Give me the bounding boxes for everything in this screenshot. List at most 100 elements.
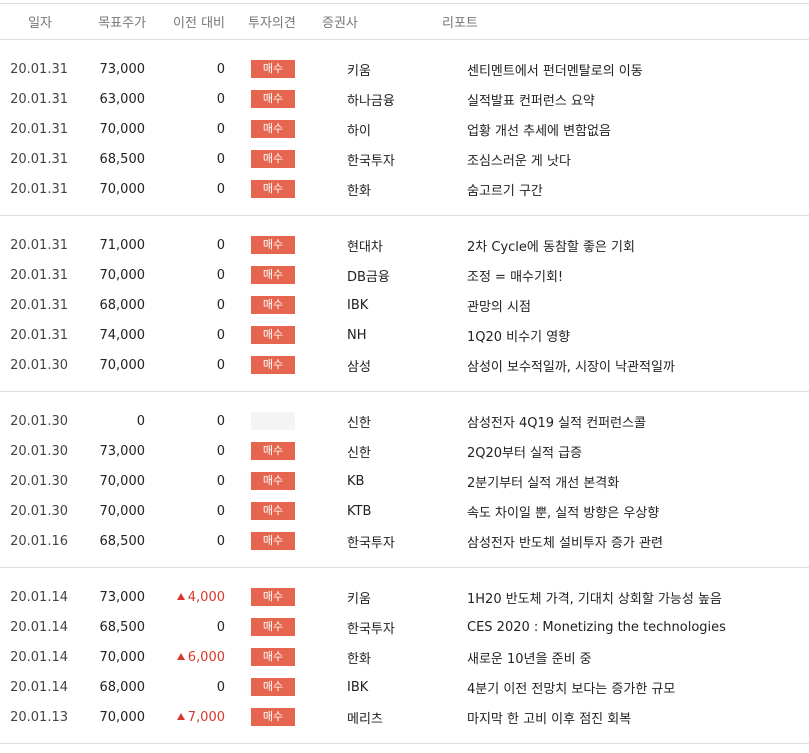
report-link[interactable]: 실적발표 컨퍼런스 요약 bbox=[467, 90, 809, 109]
row-target-price: 68,500 bbox=[99, 533, 146, 549]
row-opinion: 매수 bbox=[251, 90, 321, 108]
table-row[interactable]: 20.01.13 70,000 7,000 매수 메리츠 마지막 한 고비 이후 점진 회… bbox=[0, 702, 809, 732]
row-broker: 신한 bbox=[347, 415, 371, 431]
row-target-price: 70,000 bbox=[99, 181, 146, 197]
report-link[interactable]: 4분기 이전 전망치 보다는 증가한 규모 bbox=[467, 678, 809, 697]
header-broker: 증권사 bbox=[322, 16, 358, 31]
table-row[interactable]: 20.01.14 68,000 0 매수 IBK 4분기 이전 전망치 보다는 증가한 규… bbox=[0, 672, 809, 702]
row-target-price: 68,500 bbox=[99, 619, 146, 635]
report-link[interactable]: 조심스러운 게 낫다 bbox=[467, 150, 809, 169]
row-date: 20.01.30 bbox=[10, 473, 68, 489]
opinion-badge: 매수 bbox=[251, 588, 295, 606]
report-link[interactable]: 2차 Cycle에 동참할 좋은 기회 bbox=[467, 236, 809, 255]
row-group: 20.01.14 73,000 4,000 매수 키움 1H20 반도체 가격, 기대치 … bbox=[0, 568, 809, 744]
row-opinion: 매수 bbox=[251, 150, 321, 168]
row-change: 0 bbox=[145, 504, 225, 519]
row-change: 7,000 bbox=[145, 710, 225, 725]
row-change: 6,000 bbox=[145, 650, 225, 665]
row-broker: 메리츠 bbox=[347, 711, 383, 727]
opinion-badge: 매수 bbox=[251, 120, 295, 138]
report-link[interactable]: 1H20 반도체 가격, 기대치 상회할 가능성 높음 bbox=[467, 588, 809, 607]
row-change-value: 0 bbox=[216, 91, 225, 107]
report-link[interactable]: 삼성전자 반도체 설비투자 증가 관련 bbox=[467, 532, 809, 551]
report-link[interactable]: 속도 차이일 뿐, 실적 방향은 우상향 bbox=[467, 502, 809, 521]
table-row[interactable]: 20.01.31 73,000 0 매수 키움 센티멘트에서 펀더멘탈로의 이동 bbox=[0, 54, 809, 84]
table-header: 일자 목표주가 이전 대비 투자의견 증권사 리포트 bbox=[0, 3, 809, 40]
report-link[interactable]: 업황 개선 추세에 변함없음 bbox=[467, 120, 809, 139]
row-opinion: 매수 bbox=[251, 618, 321, 636]
row-target-price: 70,000 bbox=[99, 267, 146, 283]
row-change: 0 bbox=[145, 444, 225, 459]
opinion-badge: 매수 bbox=[251, 356, 295, 374]
report-link[interactable]: 마지막 한 고비 이후 점진 회복 bbox=[467, 708, 809, 727]
table-row[interactable]: 20.01.30 70,000 0 매수 KB 2분기부터 실적 개선 본격화 bbox=[0, 466, 809, 496]
row-change-value: 0 bbox=[216, 503, 225, 519]
row-change-value: 0 bbox=[216, 181, 225, 197]
row-opinion: 매수 bbox=[251, 678, 321, 696]
row-change: 0 bbox=[145, 268, 225, 283]
row-change: 0 bbox=[145, 238, 225, 253]
row-broker: DB금융 bbox=[347, 269, 390, 285]
report-link[interactable]: CES 2020 : Monetizing the technologies bbox=[467, 620, 809, 635]
row-group: 20.01.31 71,000 0 매수 현대차 2차 Cycle에 동참할 좋은 기회 2… bbox=[0, 216, 809, 392]
row-target-price: 68,000 bbox=[99, 297, 146, 313]
table-row[interactable]: 20.01.31 68,000 0 매수 IBK 관망의 시점 bbox=[0, 290, 809, 320]
row-broker: 한화 bbox=[347, 651, 371, 667]
table-row[interactable]: 20.01.30 70,000 0 매수 삼성 삼성이 보수적일까, 시장이 낙관적일까 bbox=[0, 350, 809, 380]
row-broker: NH bbox=[347, 327, 367, 343]
report-link[interactable]: 2분기부터 실적 개선 본격화 bbox=[467, 472, 809, 491]
report-link[interactable]: 2Q20부터 실적 급증 bbox=[467, 442, 809, 461]
table-row[interactable]: 20.01.30 70,000 0 매수 KTB 속도 차이일 뿐, 실적 방향은 우상향 bbox=[0, 496, 809, 526]
table-row[interactable]: 20.01.30 73,000 0 매수 신한 2Q20부터 실적 급증 bbox=[0, 436, 809, 466]
opinion-badge: 매수 bbox=[251, 150, 295, 168]
table-row[interactable]: 20.01.31 70,000 0 매수 DB금융 조정 = 매수기회! bbox=[0, 260, 809, 290]
up-arrow-icon bbox=[176, 712, 185, 720]
opinion-badge: 매수 bbox=[251, 678, 295, 696]
table-row[interactable]: 20.01.31 71,000 0 매수 현대차 2차 Cycle에 동참할 좋은 기회 bbox=[0, 230, 809, 260]
table-row[interactable]: 20.01.31 68,500 0 매수 한국투자 조심스러운 게 낫다 bbox=[0, 144, 809, 174]
table-row[interactable]: 20.01.14 73,000 4,000 매수 키움 1H20 반도체 가격, 기대치 … bbox=[0, 582, 809, 612]
row-change-value: 0 bbox=[216, 473, 225, 489]
table-row[interactable]: 20.01.31 70,000 0 매수 하이 업황 개선 추세에 변함없음 bbox=[0, 114, 809, 144]
table-body: 20.01.31 73,000 0 매수 키움 센티멘트에서 펀더멘탈로의 이동 20.01… bbox=[0, 40, 809, 744]
row-change-value: 0 bbox=[216, 297, 225, 313]
row-opinion: 매수 bbox=[251, 266, 321, 284]
row-opinion: 매수 bbox=[251, 356, 321, 374]
opinion-badge: 매수 bbox=[251, 472, 295, 490]
report-link[interactable]: 관망의 시점 bbox=[467, 296, 809, 315]
row-change: 0 bbox=[145, 474, 225, 489]
opinion-badge: 매수 bbox=[251, 60, 295, 78]
row-change: 0 bbox=[145, 152, 225, 167]
report-link[interactable]: 1Q20 비수기 영향 bbox=[467, 326, 809, 345]
report-link[interactable]: 삼성전자 4Q19 실적 컨퍼런스콜 bbox=[467, 412, 809, 431]
row-change-value: 0 bbox=[216, 443, 225, 459]
row-broker: 한화 bbox=[347, 183, 371, 199]
header-report: 리포트 bbox=[442, 16, 478, 31]
header-change: 이전 대비 bbox=[173, 16, 225, 31]
row-group: 20.01.31 73,000 0 매수 키움 센티멘트에서 펀더멘탈로의 이동 20.01… bbox=[0, 40, 809, 216]
row-change: 0 bbox=[145, 534, 225, 549]
row-broker: 한국투자 bbox=[347, 535, 395, 551]
opinion-badge: 매수 bbox=[251, 266, 295, 284]
row-broker: 삼성 bbox=[347, 359, 371, 375]
table-row[interactable]: 20.01.31 63,000 0 매수 하나금융 실적발표 컨퍼런스 요약 bbox=[0, 84, 809, 114]
row-date: 20.01.14 bbox=[10, 649, 68, 665]
row-date: 20.01.13 bbox=[10, 709, 68, 725]
table-row[interactable]: 20.01.31 70,000 0 매수 한화 숨고르기 구간 bbox=[0, 174, 809, 204]
table-row[interactable]: 20.01.14 68,500 0 매수 한국투자 CES 2020 : Monetizi… bbox=[0, 612, 809, 642]
table-row[interactable]: 20.01.31 74,000 0 매수 NH 1Q20 비수기 영향 bbox=[0, 320, 809, 350]
row-change-value: 0 bbox=[216, 413, 225, 429]
row-date: 20.01.31 bbox=[10, 91, 68, 107]
table-row[interactable]: 20.01.30 0 0 신한 삼성전자 4Q19 실적 컨퍼런스콜 bbox=[0, 406, 809, 436]
table-row[interactable]: 20.01.16 68,500 0 매수 한국투자 삼성전자 반도체 설비투자 증가 관련 bbox=[0, 526, 809, 556]
report-link[interactable]: 새로운 10년을 준비 중 bbox=[467, 648, 809, 667]
row-opinion: 매수 bbox=[251, 472, 321, 490]
report-link[interactable]: 조정 = 매수기회! bbox=[467, 266, 809, 285]
row-change: 0 bbox=[145, 414, 225, 429]
report-link[interactable]: 삼성이 보수적일까, 시장이 낙관적일까 bbox=[467, 356, 809, 375]
row-date: 20.01.31 bbox=[10, 237, 68, 253]
row-broker: 현대차 bbox=[347, 239, 383, 255]
report-link[interactable]: 센티멘트에서 펀더멘탈로의 이동 bbox=[467, 60, 809, 79]
table-row[interactable]: 20.01.14 70,000 6,000 매수 한화 새로운 10년을 준비 중 bbox=[0, 642, 809, 672]
report-link[interactable]: 숨고르기 구간 bbox=[467, 180, 809, 199]
